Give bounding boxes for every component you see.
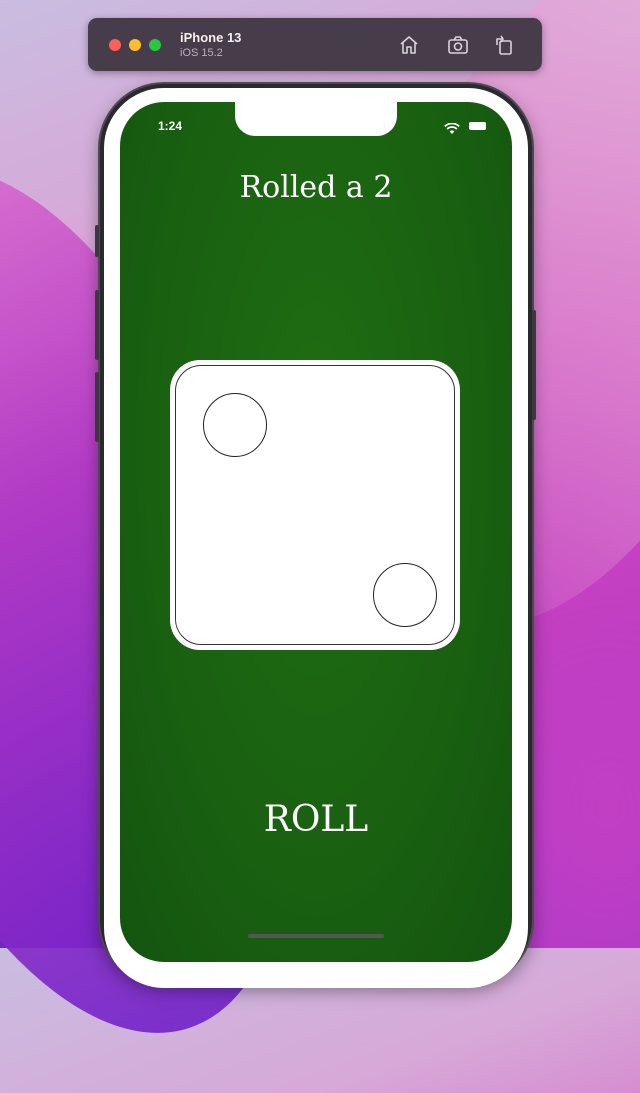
zoom-window-button[interactable]: [149, 39, 161, 51]
notch: [235, 102, 397, 136]
screenshot-icon[interactable]: [446, 33, 470, 57]
close-window-button[interactable]: [109, 39, 121, 51]
volume-up-button: [95, 290, 99, 360]
phone-screen: 1:24 Rolled a 2 ROLL: [120, 102, 512, 962]
mute-switch: [95, 225, 99, 257]
roll-button[interactable]: ROLL: [216, 794, 416, 844]
wifi-icon: [444, 120, 460, 139]
device-os-version: iOS 15.2: [180, 47, 223, 59]
die-pip-bottom-right: [373, 563, 437, 627]
home-indicator: [248, 934, 384, 938]
die-face: [175, 365, 455, 645]
minimize-window-button[interactable]: [129, 39, 141, 51]
power-button: [532, 310, 536, 420]
die-pip-top-left: [203, 393, 267, 457]
home-icon[interactable]: [397, 33, 421, 57]
rotate-icon[interactable]: [492, 33, 516, 57]
battery-icon: [469, 122, 486, 130]
simulator-toolbar: iPhone 13 iOS 15.2: [88, 18, 542, 71]
roll-result-title: Rolled a 2: [239, 170, 393, 205]
status-time: 1:24: [158, 119, 183, 133]
volume-down-button: [95, 372, 99, 442]
device-name: iPhone 13: [180, 30, 242, 45]
die[interactable]: [170, 360, 460, 650]
